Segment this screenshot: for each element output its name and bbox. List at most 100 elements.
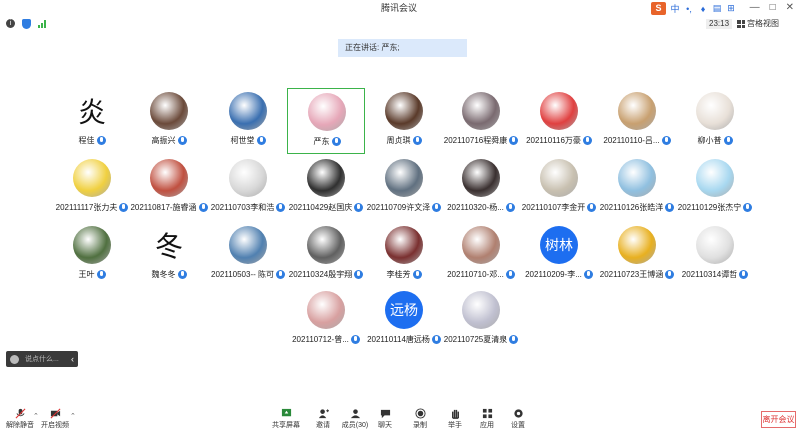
participant-tile[interactable]: 远杨 202110114唐远杨 — [365, 287, 443, 353]
chat-button[interactable]: 聊天 — [368, 408, 402, 430]
close-button[interactable]: ✕ — [786, 1, 794, 15]
invite-button[interactable]: 邀请 — [306, 408, 340, 430]
participant-tile[interactable]: 20211081​7-施睿涵 — [130, 155, 208, 221]
participant-name-row: 程佳 — [53, 135, 131, 146]
participant-tile[interactable]: 树林 202110209-李... — [520, 222, 598, 288]
collapse-chevron-icon[interactable]: ‹ — [71, 354, 74, 364]
microphone-icon — [665, 270, 675, 279]
participant-tile[interactable]: 202111117张力夫 — [53, 155, 131, 221]
unmute-button[interactable]: 解除静音 — [3, 408, 37, 430]
participant-name-row: 202110114唐远杨 — [365, 334, 443, 345]
participant-tile[interactable]: 202110725夏清泉 — [442, 287, 520, 353]
maximize-button[interactable]: □ — [770, 1, 776, 15]
chat-quick-input[interactable]: 说点什么... ‹ — [6, 351, 78, 367]
share-screen-button[interactable]: 共享屏幕 — [269, 408, 303, 430]
microphone-icon — [276, 270, 285, 279]
participant-tile[interactable]: 202110703李和浩 — [209, 155, 287, 221]
participant-tile[interactable]: 202110710-邓... — [442, 222, 520, 288]
participant-name: 202110114唐远杨 — [367, 335, 430, 344]
participant-tile[interactable]: 202110314谭哲 — [676, 222, 754, 288]
emoji-icon[interactable] — [10, 354, 19, 364]
start-video-button[interactable]: 开启视频 — [38, 408, 72, 430]
avatar — [307, 159, 345, 197]
camera-off-icon — [50, 408, 60, 419]
microphone-icon — [587, 203, 597, 212]
raise-hand-button[interactable]: 举手 — [438, 408, 472, 430]
unmute-label: 解除静音 — [6, 422, 34, 429]
record-button[interactable]: 录制 — [403, 408, 437, 430]
participant-tile[interactable]: 202110320-杨... — [442, 155, 520, 221]
participant-tile[interactable]: 王叶 — [53, 222, 131, 288]
participant-name-row: 202110703李和浩 — [209, 202, 287, 213]
microphone-icon — [505, 270, 515, 279]
apps-button[interactable]: 应用 — [470, 408, 504, 430]
avatar — [229, 92, 267, 130]
participant-tile[interactable]: 202110709许文泽 — [365, 155, 443, 221]
participant-name: 202110320-杨... — [447, 203, 504, 212]
participant-tile[interactable]: 202110429赵国庆 — [287, 155, 365, 221]
participant-name: 202110503-- 陈可 — [211, 270, 274, 279]
participant-tile[interactable]: 202110116万豪 — [520, 88, 598, 154]
participant-tile[interactable]: 周贞琪 — [365, 88, 443, 154]
microphone-icon — [331, 137, 341, 146]
participant-tile[interactable]: 202110129张杰宁 — [676, 155, 754, 221]
settings-label: 设置 — [511, 422, 525, 429]
start-video-label: 开启视频 — [41, 422, 69, 429]
participant-tile[interactable]: 202110107李金开 — [520, 155, 598, 221]
avatar: 炎 — [73, 92, 111, 130]
sogou-logo-icon[interactable]: S — [651, 2, 666, 15]
participant-tile[interactable]: 柯世堂 — [209, 88, 287, 154]
participant-tile[interactable]: 202110712-曾... — [287, 287, 365, 353]
participant-tile[interactable]: 高振兴 — [130, 88, 208, 154]
participant-tile[interactable]: 202110723王博涵 — [598, 222, 676, 288]
view-switch-button[interactable]: 宫格视图 — [737, 18, 779, 30]
participant-tile[interactable]: 柳小普 — [676, 88, 754, 154]
ime-chinese-mode[interactable]: 中 — [670, 2, 680, 15]
participant-name: 202110725夏清泉 — [443, 335, 508, 344]
avatar — [73, 159, 111, 197]
participant-tile[interactable]: 202110324殷宇翔 — [287, 222, 365, 288]
minimize-button[interactable]: — — [750, 1, 760, 15]
ime-voice-icon[interactable]: ♦ — [698, 4, 708, 14]
meeting-info-icon[interactable]: i — [6, 19, 15, 28]
microphone-icon — [432, 203, 442, 212]
microphone-icon — [431, 335, 441, 344]
members-button[interactable]: 成员(30) — [338, 408, 372, 430]
microphone-icon — [509, 136, 519, 145]
microphone-icon — [96, 270, 106, 279]
participant-tile[interactable]: 李桂芳 — [365, 222, 443, 288]
ime-keyboard-icon[interactable]: ▤ — [712, 3, 722, 14]
participant-name: 202110126张皓洋 — [599, 203, 664, 212]
grid-view-icon — [737, 20, 745, 28]
participant-name-row: 202110324殷宇翔 — [287, 269, 365, 280]
ime-toolbar[interactable]: S 中 •, ♦ ▤ ⊞ — [651, 2, 736, 15]
avatar: 远杨 — [385, 291, 423, 329]
avatar — [618, 92, 656, 130]
participant-tile[interactable]: 炎程佳 — [53, 88, 131, 154]
ime-punctuation[interactable]: •, — [684, 4, 694, 14]
participant-name: 202110723王博涵 — [599, 270, 664, 279]
participant-name-row: 202110314谭哲 — [676, 269, 754, 280]
chat-placeholder: 说点什么... — [25, 356, 59, 363]
ime-toolbox-icon[interactable]: ⊞ — [726, 3, 736, 14]
participant-tile[interactable]: 202110716程舜康 — [442, 88, 520, 154]
microphone-icon — [509, 335, 519, 344]
security-shield-icon[interactable] — [22, 19, 31, 29]
microphone-icon — [276, 203, 286, 212]
leave-meeting-button[interactable]: 离开会议 — [761, 411, 796, 428]
participant-name: 202110709许文泽 — [366, 203, 431, 212]
participant-name: 202110209-李... — [525, 270, 582, 279]
settings-button[interactable]: 设置 — [501, 408, 535, 430]
participant-tile[interactable]: 冬魏冬冬 — [130, 222, 208, 288]
participant-name: 王叶 — [78, 270, 95, 279]
participant-tile[interactable]: 严东 — [287, 88, 365, 154]
participant-tile[interactable]: 202110110-吕... — [598, 88, 676, 154]
participant-tile[interactable]: 202110126张皓洋 — [598, 155, 676, 221]
record-icon — [414, 408, 426, 419]
participant-name-row: 202110725夏清泉 — [442, 334, 520, 345]
video-options-chevron-icon[interactable]: ⌃ — [70, 412, 76, 420]
microphone-icon — [723, 136, 733, 145]
participant-tile[interactable]: 202110503-- 陈可 — [209, 222, 287, 288]
network-signal-icon[interactable] — [38, 20, 46, 28]
gear-icon — [513, 409, 523, 418]
